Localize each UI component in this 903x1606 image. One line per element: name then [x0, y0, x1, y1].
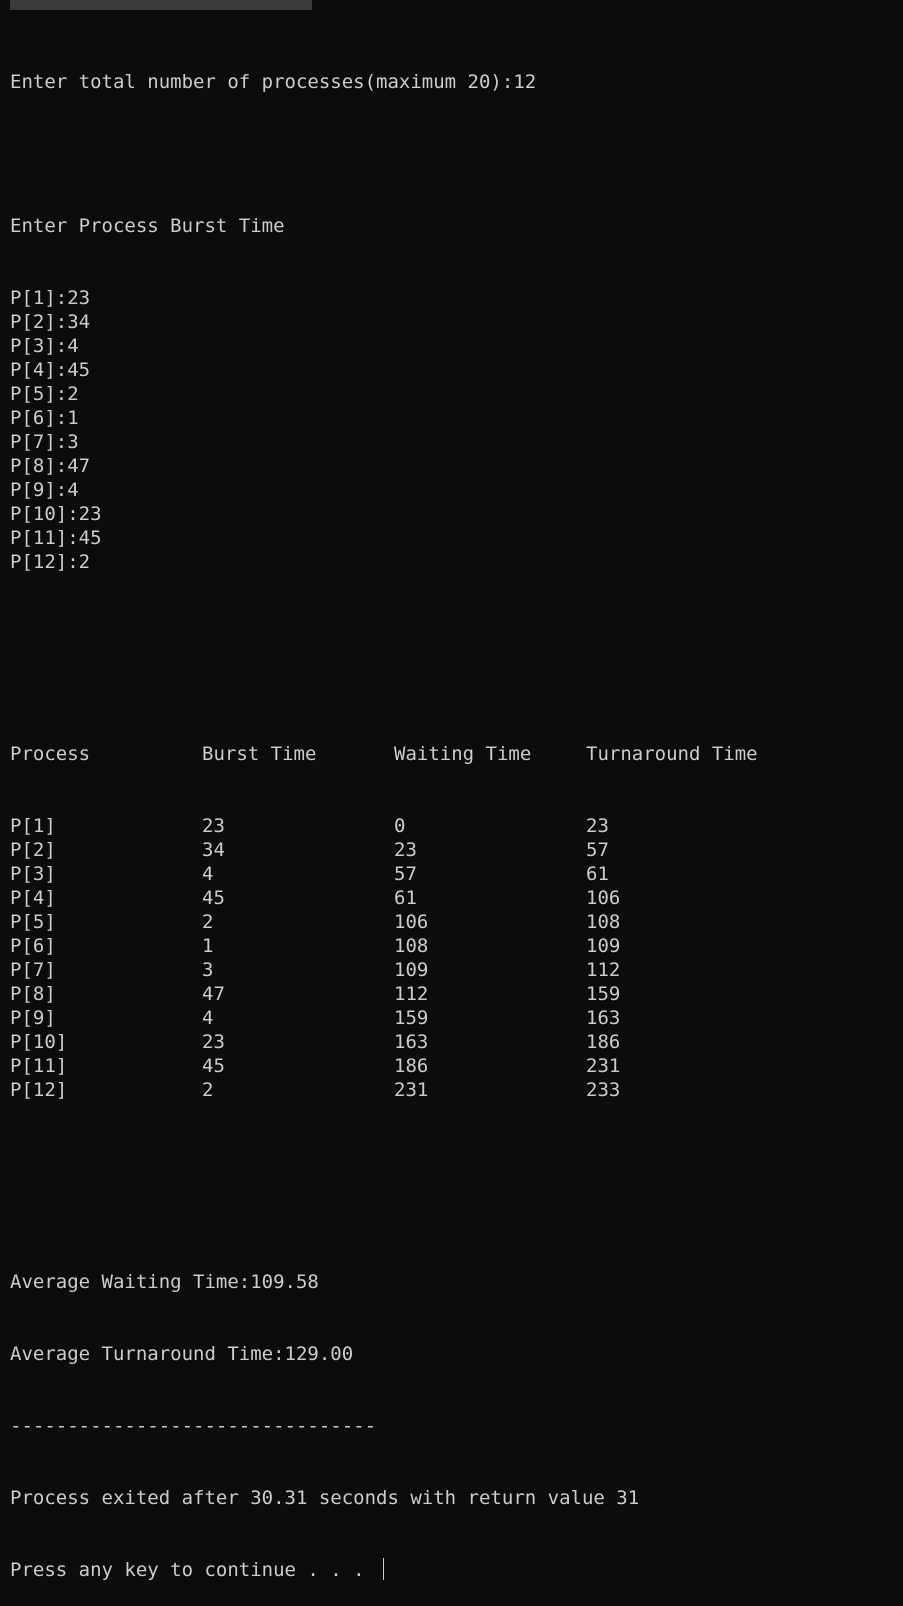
burst-input-line: P[8]:47: [10, 455, 91, 477]
exit-status-line: Process exited after 30.31 seconds with …: [10, 1487, 640, 1509]
cell-burst-time: 23: [202, 815, 225, 837]
cell-waiting-time: 108: [394, 935, 429, 957]
burst-input-line: P[12]:2: [10, 551, 91, 573]
cell-process: P[4]: [10, 887, 56, 909]
cell-waiting-time: 163: [394, 1031, 429, 1053]
cell-turnaround-time: 231: [586, 1055, 621, 1077]
average-turnaround-time: Average Turnaround Time:129.00: [10, 1343, 354, 1365]
burst-input-line: P[1]:23: [10, 287, 91, 309]
cell-turnaround-time: 163: [586, 1007, 621, 1029]
burst-input-line: P[4]:45: [10, 359, 91, 381]
window-tab-strip: [10, 0, 312, 10]
continue-prompt: Press any key to continue . . .: [10, 1559, 377, 1581]
cell-turnaround-time: 112: [586, 959, 621, 981]
cell-waiting-time: 57: [394, 863, 417, 885]
column-header-burst-time: Burst Time: [202, 743, 317, 765]
cell-process: P[11]: [10, 1055, 68, 1077]
burst-input-list: P[1]:23 P[2]:34 P[3]:4 P[4]:45 P[5]:2 P[6]:1 P…: [10, 286, 895, 574]
cell-waiting-time: 159: [394, 1007, 429, 1029]
results-table: Process Burst Time Waiting Time Turnarou…: [10, 694, 895, 1150]
cell-waiting-time: 23: [394, 839, 417, 861]
table-row: P[2] 34 23 57: [10, 838, 895, 862]
cell-turnaround-time: 109: [586, 935, 621, 957]
table-row: P[5] 2 106 108: [10, 910, 895, 934]
burst-input-line: P[9]:4: [10, 479, 79, 501]
cell-process: P[8]: [10, 983, 56, 1005]
cell-burst-time: 2: [202, 911, 214, 933]
cell-waiting-time: 106: [394, 911, 429, 933]
cell-turnaround-time: 159: [586, 983, 621, 1005]
cell-turnaround-time: 61: [586, 863, 609, 885]
text-cursor: [383, 1558, 385, 1580]
cell-turnaround-time: 233: [586, 1079, 621, 1101]
table-row: P[9] 4 159 163: [10, 1006, 895, 1030]
cell-burst-time: 4: [202, 863, 214, 885]
cell-burst-time: 45: [202, 1055, 225, 1077]
cell-process: P[3]: [10, 863, 56, 885]
cell-burst-time: 2: [202, 1079, 214, 1101]
burst-input-line: P[7]:3: [10, 431, 79, 453]
cell-waiting-time: 109: [394, 959, 429, 981]
cell-process: P[7]: [10, 959, 56, 981]
table-row: P[3] 4 57 61: [10, 862, 895, 886]
cell-burst-time: 47: [202, 983, 225, 1005]
table-row: P[11] 45 186 231: [10, 1054, 895, 1078]
burst-input-line: P[10]:23: [10, 503, 102, 525]
cell-burst-time: 45: [202, 887, 225, 909]
table-header-row: Process Burst Time Waiting Time Turnarou…: [10, 742, 895, 766]
cell-waiting-time: 61: [394, 887, 417, 909]
average-waiting-time: Average Waiting Time:109.58: [10, 1271, 319, 1293]
table-row: P[6] 1 108 109: [10, 934, 895, 958]
cell-burst-time: 34: [202, 839, 225, 861]
table-body: P[1] 23 0 23 P[2] 34 23 57 P[3] 4 57 61 P[4] 45 61 106 P…: [10, 814, 895, 1102]
burst-input-line: P[3]:4: [10, 335, 79, 357]
table-row: P[12] 2 231 233: [10, 1078, 895, 1102]
column-header-turnaround-time: Turnaround Time: [586, 743, 758, 765]
column-header-process: Process: [10, 743, 91, 765]
burst-input-line: P[11]:45: [10, 527, 102, 549]
cell-process: P[10]: [10, 1031, 68, 1053]
column-header-waiting-time: Waiting Time: [394, 743, 532, 765]
cell-process: P[12]: [10, 1079, 68, 1101]
cell-waiting-time: 112: [394, 983, 429, 1005]
cell-turnaround-time: 186: [586, 1031, 621, 1053]
cell-burst-time: 4: [202, 1007, 214, 1029]
cell-turnaround-time: 108: [586, 911, 621, 933]
cell-burst-time: 3: [202, 959, 214, 981]
table-row: P[4] 45 61 106: [10, 886, 895, 910]
cell-turnaround-time: 57: [586, 839, 609, 861]
cell-turnaround-time: 23: [586, 815, 609, 837]
cell-waiting-time: 0: [394, 815, 406, 837]
cell-burst-time: 1: [202, 935, 214, 957]
table-row: P[7] 3 109 112: [10, 958, 895, 982]
table-row: P[1] 23 0 23: [10, 814, 895, 838]
cell-burst-time: 23: [202, 1031, 225, 1053]
burst-input-line: P[2]:34: [10, 311, 91, 333]
cell-turnaround-time: 106: [586, 887, 621, 909]
burst-input-line: P[6]:1: [10, 407, 79, 429]
cell-process: P[9]: [10, 1007, 56, 1029]
cell-process: P[5]: [10, 911, 56, 933]
cell-process: P[6]: [10, 935, 56, 957]
separator-line: --------------------------------: [10, 1415, 377, 1437]
cell-waiting-time: 231: [394, 1079, 429, 1101]
table-row: P[8] 47 112 159: [10, 982, 895, 1006]
cell-process: P[1]: [10, 815, 56, 837]
console-output[interactable]: Enter total number of processes(maximum …: [10, 22, 895, 1606]
burst-time-header: Enter Process Burst Time: [10, 215, 285, 237]
burst-input-line: P[5]:2: [10, 383, 79, 405]
continue-prompt-row: Press any key to continue . . .: [10, 1558, 895, 1582]
table-row: P[10] 23 163 186: [10, 1030, 895, 1054]
process-count-prompt: Enter total number of processes(maximum …: [10, 71, 537, 93]
cell-process: P[2]: [10, 839, 56, 861]
cell-waiting-time: 186: [394, 1055, 429, 1077]
